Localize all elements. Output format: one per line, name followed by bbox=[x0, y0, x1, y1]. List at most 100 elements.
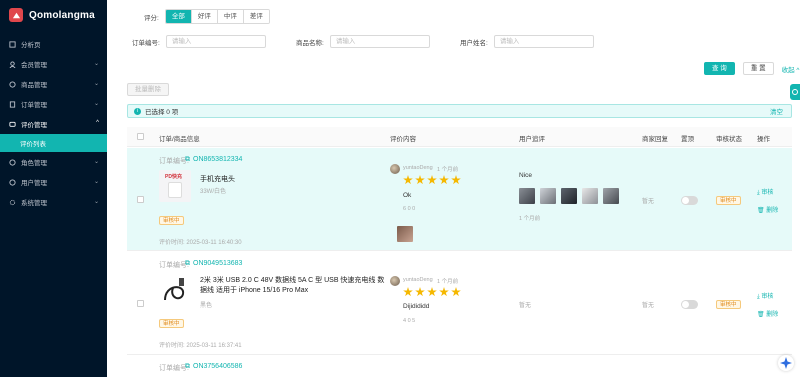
assistant-button[interactable] bbox=[778, 355, 794, 371]
review-stats: 6 0 0 bbox=[403, 206, 416, 212]
app-title: Qomolangma bbox=[29, 9, 95, 21]
delete-label: 删除 bbox=[766, 312, 779, 318]
chevron-down-icon: ⌄ bbox=[93, 199, 99, 205]
order-no-link[interactable]: ON9049513683 bbox=[193, 260, 242, 267]
header-review-content: 评价内容 bbox=[390, 136, 416, 143]
review-time: 1 个月前 bbox=[437, 167, 459, 173]
sidebar-item-members[interactable]: 会员管理 ⌄ bbox=[0, 54, 107, 74]
sidebar-item-label: 订单管理 bbox=[21, 102, 47, 109]
product-name: 手机充电头 bbox=[200, 176, 235, 183]
chevron-down-icon: ⌄ bbox=[93, 61, 99, 67]
logo[interactable]: Qomolangma bbox=[0, 0, 107, 30]
rating-option-good[interactable]: 好评 bbox=[190, 10, 217, 23]
row-checkbox[interactable] bbox=[137, 300, 144, 307]
product-spec: 33W/白色 bbox=[200, 189, 227, 195]
followup-image[interactable] bbox=[540, 188, 556, 204]
sidebar-item-users[interactable]: 用户管理 ⌄ bbox=[0, 172, 107, 192]
product-name-input[interactable]: 请输入 bbox=[329, 35, 430, 48]
copy-icon[interactable]: ⧉ bbox=[185, 363, 190, 371]
star-icon bbox=[451, 175, 461, 185]
order-no-link[interactable]: ON3756406586 bbox=[193, 363, 242, 370]
audit-button[interactable]: ⤓ 审核 bbox=[757, 291, 773, 301]
sidebar-item-label: 会员管理 bbox=[21, 62, 47, 69]
followup-time: 1 个月前 bbox=[519, 216, 541, 222]
sidebar-item-system[interactable]: 系统管理 ⌄ bbox=[0, 192, 107, 212]
user-name-input[interactable]: 请输入 bbox=[493, 35, 594, 48]
order-no-link[interactable]: ON8653812334 bbox=[193, 156, 242, 163]
delete-button[interactable]: 🗑 删除 bbox=[757, 309, 778, 318]
select-all-checkbox[interactable] bbox=[137, 133, 144, 140]
header-merchant-reply: 商家回复 bbox=[642, 136, 668, 143]
batch-delete-button[interactable]: 批量删除 bbox=[127, 83, 169, 96]
followup-text: 暂无 bbox=[519, 303, 532, 309]
order-icon bbox=[9, 100, 16, 108]
rating-option-bad[interactable]: 差评 bbox=[242, 10, 269, 23]
search-button[interactable]: 查 询 bbox=[704, 62, 735, 75]
copy-icon[interactable]: ⧉ bbox=[185, 260, 190, 268]
reviewer-name: yuntaoDeng bbox=[403, 165, 433, 171]
sidebar-item-reviews[interactable]: 评价管理 ^ bbox=[0, 114, 107, 134]
chart-icon bbox=[9, 40, 16, 48]
chevron-down-icon: ⌄ bbox=[93, 101, 99, 107]
star-icon bbox=[403, 175, 413, 185]
followup-image[interactable] bbox=[582, 188, 598, 204]
audit-label: 审核 bbox=[761, 190, 774, 196]
sidebar-item-roles[interactable]: 角色管理 ⌄ bbox=[0, 152, 107, 172]
sidebar-item-label: 评价管理 bbox=[21, 122, 47, 129]
sidebar-item-analysis[interactable]: 分析页 bbox=[0, 34, 107, 54]
selection-count: 已选择 0 项 bbox=[145, 109, 179, 116]
star-icon bbox=[439, 175, 449, 185]
pin-toggle[interactable] bbox=[681, 300, 698, 309]
info-icon: i bbox=[134, 107, 141, 115]
collapse-link[interactable]: 收起 ^ bbox=[782, 64, 800, 74]
user-icon bbox=[9, 60, 16, 68]
user-name-filter: 用户姓名: 请输入 bbox=[460, 35, 594, 48]
sidebar-item-label: 用户管理 bbox=[21, 180, 47, 187]
search-actions: 查 询 重 置 收起 ^ bbox=[704, 62, 799, 75]
reset-button[interactable]: 重 置 bbox=[742, 62, 774, 75]
rating-segmented-control: 全部 好评 中评 差评 bbox=[164, 9, 270, 24]
sidebar-item-orders[interactable]: 订单管理 ⌄ bbox=[0, 94, 107, 114]
pin-toggle[interactable] bbox=[681, 196, 698, 205]
followup-image[interactable] bbox=[519, 188, 535, 204]
review-time: 1 个月前 bbox=[437, 279, 459, 285]
followup-image[interactable] bbox=[561, 188, 577, 204]
main-content: 评分: 全部 好评 中评 差评 订单编号: 请输入 商品名称: 请输入 用户姓名… bbox=[107, 0, 800, 377]
rating-option-all[interactable]: 全部 bbox=[165, 10, 191, 23]
review-image[interactable] bbox=[397, 226, 413, 242]
order-no-label: 订单编号: bbox=[132, 39, 160, 47]
product-image bbox=[159, 274, 191, 306]
header-actions: 操作 bbox=[757, 136, 770, 143]
audit-button[interactable]: ⤓ 审核 bbox=[757, 187, 773, 197]
product-name: 2米 3米 USB 2.0 C 48V 数据线 5A C 型 USB 快速充电线… bbox=[200, 277, 385, 294]
rating-stars bbox=[403, 287, 461, 297]
sidebar-item-label: 角色管理 bbox=[21, 160, 47, 167]
chevron-up-icon: ^ bbox=[96, 120, 99, 126]
delete-button[interactable]: 🗑 删除 bbox=[757, 205, 778, 214]
sidebar-subitem-review-list[interactable]: 评价列表 bbox=[0, 134, 107, 152]
review-comment: Dijidididd bbox=[403, 303, 430, 310]
rating-filter: 评分: 全部 好评 中评 差评 bbox=[144, 9, 270, 24]
copy-icon[interactable]: ⧉ bbox=[185, 156, 190, 164]
followup-image[interactable] bbox=[603, 188, 619, 204]
star-icon bbox=[403, 287, 413, 297]
status-badge: 审核中 bbox=[159, 216, 184, 225]
logo-icon bbox=[9, 8, 23, 22]
product-image: PD快充 bbox=[159, 170, 191, 202]
audit-status-badge: 审核中 bbox=[716, 300, 741, 309]
order-no-input[interactable]: 请输入 bbox=[165, 35, 266, 48]
reviewer-name: yuntaoDeng bbox=[403, 277, 433, 283]
chevron-down-icon: ⌄ bbox=[93, 179, 99, 185]
header-order-product: 订单/商品信息 bbox=[159, 136, 200, 143]
row-checkbox[interactable] bbox=[137, 196, 144, 203]
sidebar-item-products[interactable]: 商品管理 ⌄ bbox=[0, 74, 107, 94]
settings-drawer-handle[interactable] bbox=[790, 84, 800, 100]
gear-icon bbox=[792, 89, 798, 95]
chevron-down-icon: ⌄ bbox=[93, 81, 99, 87]
table-header: 订单/商品信息 评价内容 用户追评 商家回复 置顶 审核状态 操作 bbox=[127, 127, 792, 147]
followup-text: Nice bbox=[519, 172, 533, 179]
rating-option-medium[interactable]: 中评 bbox=[216, 10, 243, 23]
eval-time: 评价时间: 2025-03-11 16:40:30 bbox=[159, 240, 242, 246]
clear-selection-link[interactable]: 清空 bbox=[770, 106, 783, 116]
comment-icon bbox=[9, 121, 16, 127]
